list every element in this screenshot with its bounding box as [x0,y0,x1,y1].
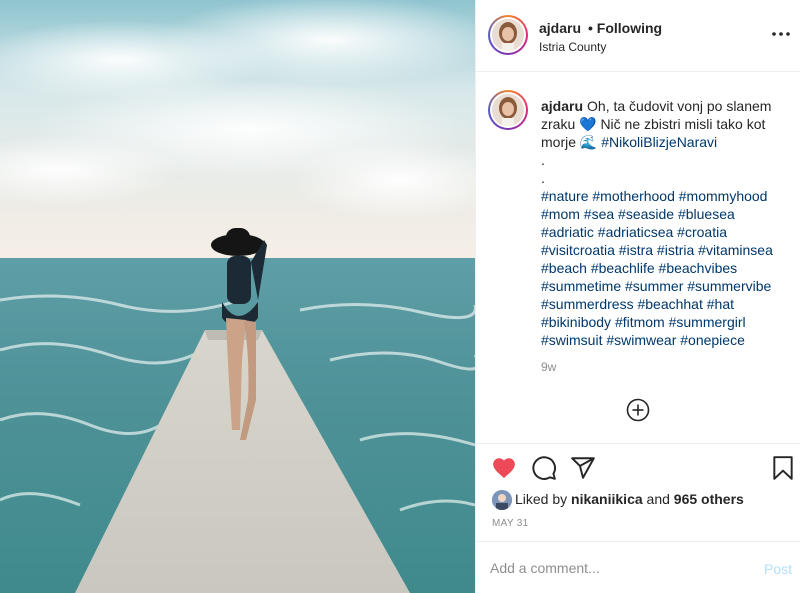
caption-section: ajdaru Oh, ta čudovit vonj po slanem zrak… [476,72,800,444]
avatar[interactable] [488,15,528,55]
username[interactable]: ajdaru [539,20,581,36]
likes-and: and [646,491,670,507]
caption-line-with-hashtag: morje 🌊 #NikoliBlizjeNaravi [541,134,717,150]
add-circle-icon[interactable] [626,398,650,422]
post-details-panel: ajdaru • Following Istria County ajdaru O… [475,0,800,593]
location-link[interactable]: Istria County [539,40,606,54]
hashtag-link[interactable]: #NikoliBlizjeNaravi [601,134,717,150]
hashtag-line[interactable]: #bikinibody #fitmom #summergirl [541,313,791,331]
hashtag-line[interactable]: #beach #beachlife #beachvibes [541,259,791,277]
liker-username[interactable]: nikaniikica [571,491,643,507]
hashtag-line[interactable]: #swimsuit #swimwear #onepiece [541,331,791,349]
caption-line: ajdaru Oh, ta čudovit vonj po slanem [541,97,791,115]
caption-avatar[interactable] [488,90,528,130]
likes-text: Liked by nikaniikica and 965 others [515,491,744,507]
following-button[interactable]: • Following [588,20,662,36]
post-comment-button[interactable]: Post [764,561,792,577]
post-caption: ajdaru Oh, ta čudovit vonj po slanem zrak… [541,97,791,349]
caption-line: zraku 💙 Nič ne zbistri misli tako kot [541,116,766,132]
share-icon[interactable] [570,455,596,481]
hashtag-line[interactable]: #visitcroatia #istra #istria #vitaminsea [541,241,791,259]
bookmark-icon[interactable] [770,455,796,481]
hashtag-line[interactable]: #adriatic #adriaticsea #croatia [541,223,791,241]
caption-username[interactable]: ajdaru [541,98,583,114]
hashtag-line[interactable]: #summerdress #beachhat #hat [541,295,791,313]
post-photo[interactable] [0,0,475,593]
action-bar [476,444,800,492]
post-time-ago[interactable]: 9w [541,360,556,374]
post-date[interactable]: MAY 31 [492,518,528,529]
caption-line: morje 🌊 #NikoliBlizjeNaravi [541,133,791,151]
caption-dot: . [541,170,545,186]
beach-photo-image [0,0,475,593]
caption-dot: . [541,152,545,168]
liker-avatar[interactable] [492,490,512,510]
caption-text: morje 🌊 [541,134,602,150]
likes-others-link[interactable]: 965 others [674,491,744,507]
hashtag-line[interactable]: #summetime #summer #summervibe [541,277,791,295]
comment-icon[interactable] [531,455,557,481]
post-header: ajdaru • Following Istria County [476,0,800,72]
hashtag-line[interactable]: #mom #sea #seaside #bluesea [541,205,791,223]
heart-icon[interactable] [491,455,517,481]
caption-text: Oh, ta čudovit vonj po slanem [587,98,772,114]
comment-form: Post [476,541,800,593]
likes-prefix: Liked by [515,491,568,507]
more-options-icon[interactable] [769,22,793,46]
comment-input[interactable] [490,556,750,580]
hashtag-line[interactable]: #nature #motherhood #mommyhood [541,187,791,205]
